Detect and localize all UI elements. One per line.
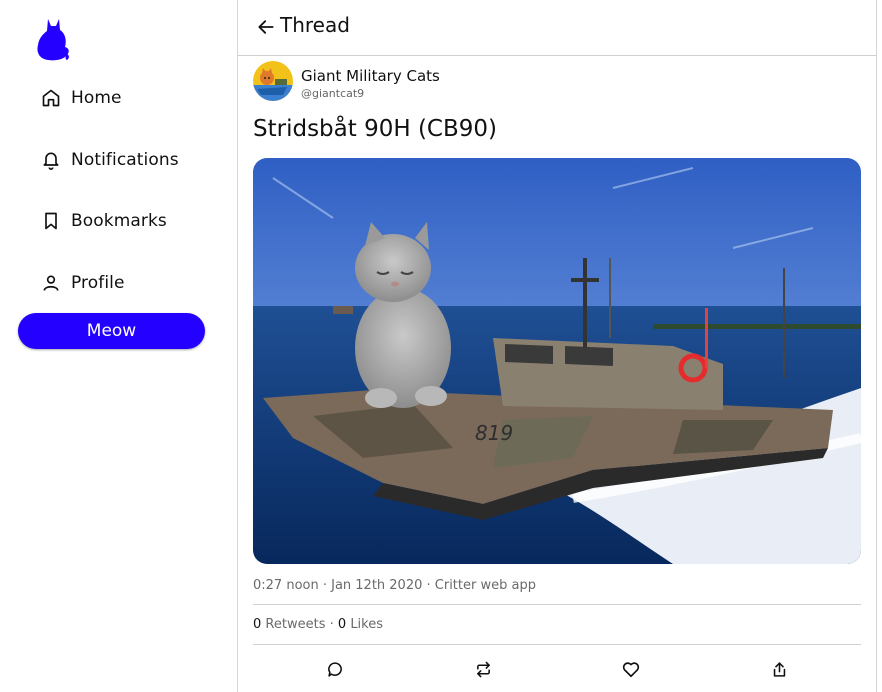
likes-label[interactable]: Likes [350,617,383,632]
reply-button[interactable] [324,658,346,680]
heart-icon [622,661,640,677]
like-button[interactable] [620,658,642,680]
divider [253,604,861,605]
post-image[interactable]: 819 [253,158,861,564]
sidebar: Home Notifications Bookmarks Profile Meo… [0,0,238,692]
sidebar-item-home[interactable]: Home [40,83,122,113]
post-title: Stridsbåt 90H (CB90) [253,116,497,142]
svg-text:819: 819 [475,421,513,445]
thread-header: Thread [238,0,876,56]
sidebar-item-profile[interactable]: Profile [40,268,125,298]
sidebar-item-notifications[interactable]: Notifications [40,145,179,175]
sidebar-item-label: Notifications [71,150,179,170]
home-icon [40,87,62,109]
retweets-label[interactable]: Retweets [265,617,325,632]
post-stats: 0 Retweets · 0 Likes [253,617,383,632]
page-title: Thread [280,13,350,37]
author-name[interactable]: Giant Military Cats [301,67,440,85]
sidebar-item-label: Home [71,88,122,108]
share-button[interactable] [768,658,790,680]
bookmark-icon [40,210,62,232]
author-handle[interactable]: @giantcat9 [301,87,364,100]
retweet-icon [476,661,490,677]
likes-count: 0 [337,617,347,632]
share-icon [773,661,785,677]
user-icon [40,272,62,294]
cat-logo-icon[interactable] [36,16,70,62]
retweets-count: 0 [253,617,262,632]
arrow-left-icon[interactable] [256,17,276,37]
sidebar-item-bookmarks[interactable]: Bookmarks [40,206,167,236]
avatar[interactable] [253,61,293,101]
stats-separator: · [329,617,334,632]
post-meta: 0:27 noon · Jan 12th 2020 · Critter web … [253,578,536,593]
thread-panel: Thread Giant Military Cats @giantcat9 St… [238,0,876,692]
bell-icon [40,149,62,171]
right-divider [876,0,877,692]
sidebar-item-label: Bookmarks [71,211,167,231]
divider [253,644,861,645]
sidebar-item-label: Profile [71,273,125,293]
retweet-button[interactable] [472,658,494,680]
reply-icon [327,661,342,677]
meow-button[interactable]: Meow [18,313,205,349]
